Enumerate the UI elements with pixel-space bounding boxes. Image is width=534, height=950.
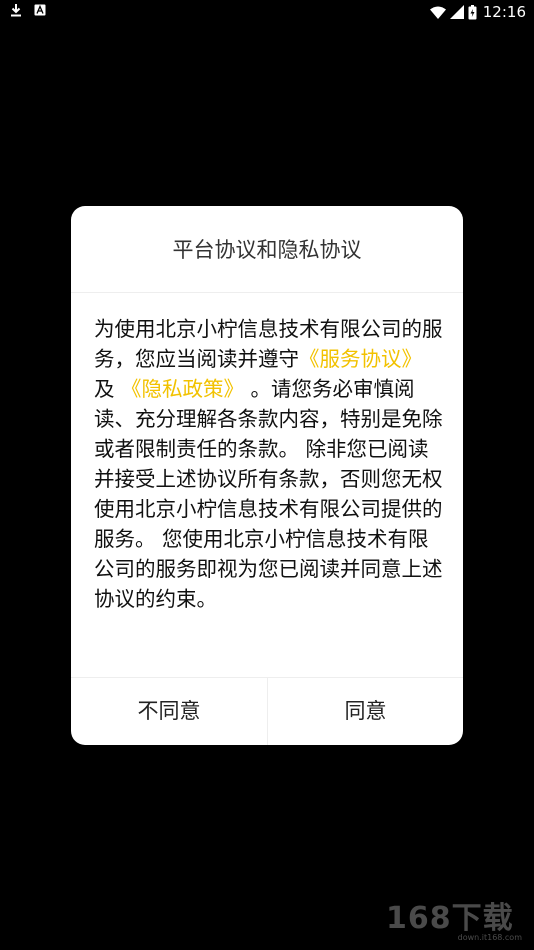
a-notification-icon (34, 4, 46, 16)
body-text-main: 。请您务必审慎阅读、充分理解各条款内容，特别是免除或者限制责任的条款。 除非您已… (94, 377, 443, 611)
agree-button[interactable]: 同意 (268, 678, 463, 745)
status-bar-right: 12:16 (429, 2, 526, 22)
body-text-and: 及 (94, 377, 122, 401)
signal-icon (449, 5, 464, 19)
status-bar-left (10, 3, 46, 17)
agreement-dialog: 平台协议和隐私协议 为使用北京小柠信息技术有限公司的服务，您应当阅读并遵守《服务… (71, 206, 463, 745)
privacy-policy-link[interactable]: 《隐私政策》 (121, 377, 244, 401)
disagree-button[interactable]: 不同意 (71, 678, 267, 745)
service-agreement-link[interactable]: 《服务协议》 (299, 347, 422, 371)
title-divider (71, 292, 463, 293)
watermark: 168下载 down.it168.com (386, 901, 526, 943)
download-icon (10, 3, 22, 17)
screen: 12:16 平台协议和隐私协议 为使用北京小柠信息技术有限公司的服务，您应当阅读… (0, 0, 534, 950)
watermark-url: down.it168.com (457, 933, 522, 942)
wifi-icon (429, 6, 446, 19)
dialog-body: 为使用北京小柠信息技术有限公司的服务，您应当阅读并遵守《服务协议》 及 《隐私政… (94, 314, 444, 614)
status-bar: 12:16 (0, 0, 534, 24)
battery-icon (468, 4, 477, 20)
dialog-title: 平台协议和隐私协议 (172, 238, 362, 262)
status-time: 12:16 (482, 3, 526, 21)
watermark-logo-text: 168下载 (386, 901, 514, 936)
